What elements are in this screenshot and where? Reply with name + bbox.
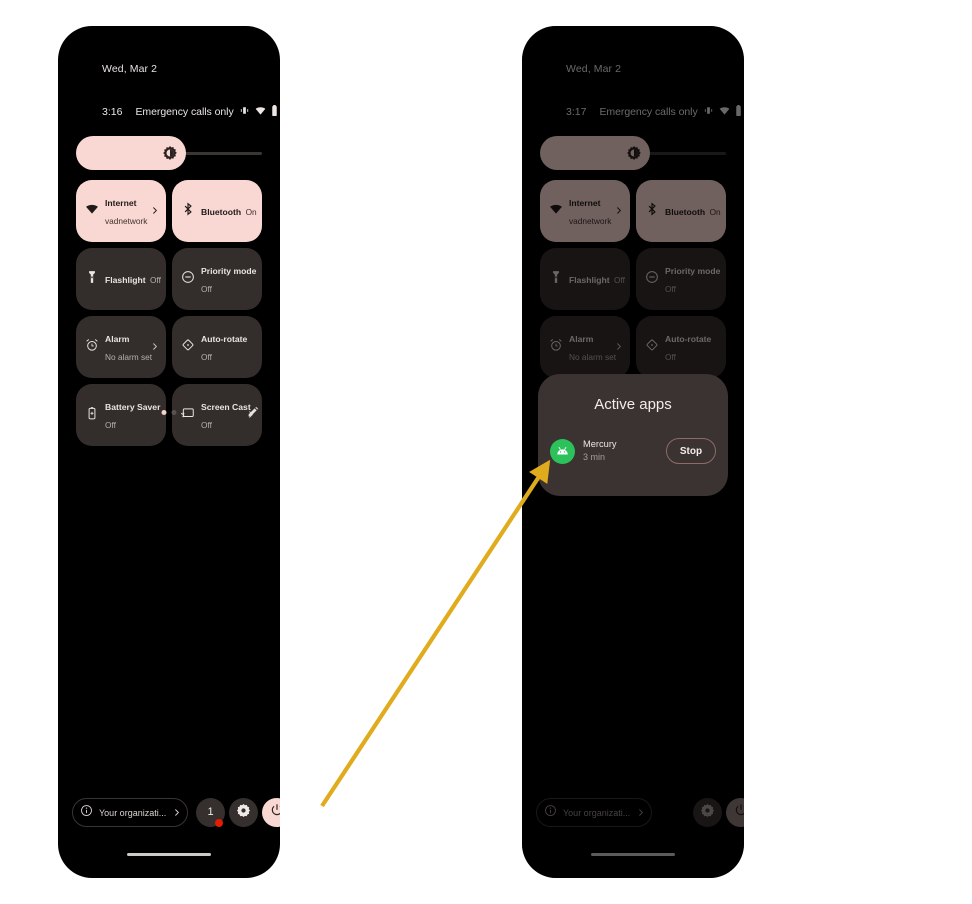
dialog-title: Active apps: [594, 396, 672, 413]
gesture-nav-bar-left[interactable]: [127, 853, 211, 856]
power-icon: [270, 803, 280, 822]
bluetooth-icon: [181, 202, 195, 221]
settings-button-left[interactable]: [229, 798, 258, 827]
chevron-right-icon[interactable]: [150, 202, 159, 220]
brightness-icon-left: [162, 145, 178, 166]
tile-bluetooth-left[interactable]: Bluetooth On: [172, 180, 262, 242]
stop-app-button[interactable]: Stop: [666, 438, 716, 464]
flashlight-icon: [85, 270, 99, 289]
wifi-icon: [85, 202, 99, 221]
date-label-left: Wed, Mar 2: [102, 63, 158, 75]
quick-settings-screen-right: Wed, Mar 2 3:17 Emergency calls only 2 d…: [522, 26, 744, 878]
android-app-icon: [550, 438, 575, 464]
chevron-right-icon: [172, 804, 181, 822]
tile-row: Internet vadnetwork Bluetooth: [76, 180, 262, 242]
edit-pencil-icon-left[interactable]: [247, 405, 260, 423]
badge-count-label: 1: [207, 806, 214, 818]
tile-priority-mode-left[interactable]: Priority mode Off: [172, 248, 262, 310]
app-name-label: Mercury: [583, 439, 617, 450]
page-dots-left[interactable]: [161, 410, 177, 415]
tile-title: Internet: [105, 198, 137, 208]
tile-title: Bluetooth: [201, 207, 242, 217]
battery-icon-left: [271, 105, 278, 119]
tile-internet-left[interactable]: Internet vadnetwork: [76, 180, 166, 242]
tile-subtitle: No alarm set: [105, 352, 153, 362]
carrier-label-left: Emergency calls only: [135, 106, 234, 118]
tile-alarm-left[interactable]: Alarm No alarm set: [76, 316, 166, 378]
chevron-right-icon[interactable]: [150, 338, 159, 356]
tile-row: Flashlight Off Priority mode Off: [76, 248, 262, 310]
organization-button-left[interactable]: Your organizati...: [72, 798, 188, 827]
app-time-label: 3 min: [583, 452, 606, 463]
active-apps-dialog: Active apps Mercury 3 min Stop: [538, 374, 728, 496]
tile-subtitle: Off: [150, 275, 161, 285]
quick-settings-screen-left: Wed, Mar 2 3:16 Emergency calls only 2 d…: [58, 26, 280, 878]
footer-left: Your organizati... 1: [72, 798, 280, 828]
comparison-stage: Wed, Mar 2 3:16 Emergency calls only 2 d…: [0, 0, 972, 904]
tile-row: Alarm No alarm set Auto-rotate: [76, 316, 262, 378]
clock-label-left: 3:16: [102, 106, 123, 118]
page-dot-2[interactable]: [171, 410, 177, 415]
phone-right: Wed, Mar 2 3:17 Emergency calls only 2 d…: [522, 26, 744, 878]
alarm-icon: [85, 338, 99, 357]
do-not-disturb-icon: [181, 270, 195, 289]
tile-title: Priority mode: [201, 266, 257, 276]
page-indicator-left: [76, 404, 262, 424]
gear-icon: [236, 803, 251, 823]
vibrate-icon-left: [239, 105, 250, 119]
tile-subtitle: vadnetwork: [105, 216, 148, 226]
active-app-row: Mercury 3 min Stop: [550, 434, 716, 468]
new-indicator-dot: [215, 819, 223, 827]
organization-label: Your organizati...: [99, 807, 167, 818]
active-apps-badge-button[interactable]: 1: [196, 798, 225, 827]
power-button-left[interactable]: [262, 798, 280, 827]
tile-subtitle: Off: [201, 284, 212, 294]
status-bar-left: 3:16 Emergency calls only 2 days, 2 hr: [102, 105, 280, 119]
info-icon: [80, 804, 93, 822]
tile-flashlight-left[interactable]: Flashlight Off: [76, 248, 166, 310]
wifi-status-icon-left: [255, 105, 266, 119]
tile-title: Auto-rotate: [201, 334, 248, 344]
brightness-slider-left[interactable]: [76, 136, 262, 170]
tile-title: Flashlight: [105, 275, 146, 285]
tile-title: Alarm: [105, 334, 130, 344]
tile-subtitle: On: [245, 207, 257, 217]
page-dot-1[interactable]: [161, 410, 167, 415]
auto-rotate-icon: [181, 338, 195, 357]
tile-subtitle: Off: [201, 352, 212, 362]
phone-left: Wed, Mar 2 3:16 Emergency calls only 2 d…: [58, 26, 280, 878]
tile-auto-rotate-left[interactable]: Auto-rotate Off: [172, 316, 262, 378]
